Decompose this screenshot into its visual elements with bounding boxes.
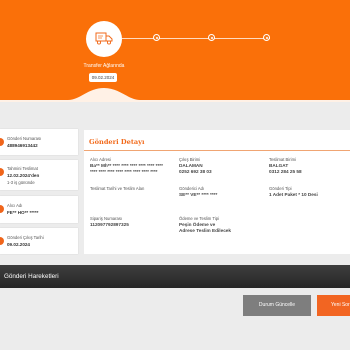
order-number-label: Sipariş Numarası	[90, 216, 123, 221]
recipient-name-card: Alıcı Adı FE** HO** *****	[0, 196, 78, 223]
recipient-address-label: Alıcı Adresi	[90, 157, 111, 162]
card-label: Tahmini Teslimat	[7, 166, 38, 171]
current-stage-marker	[86, 21, 122, 57]
shipment-number-card: Gönderi Numarası 488946913442	[0, 129, 78, 155]
stage-pointer-shape	[0, 88, 350, 102]
calendar-icon	[0, 237, 4, 245]
origin-branch-value: DALAMAN 0252 692 38 03	[179, 163, 212, 174]
card-label: Gönderi Çıkış Tarihi	[7, 235, 44, 240]
estimated-delivery-card: Tahmini Teslimat 12.02.2024'den 1-3 iş g…	[0, 160, 78, 190]
card-sub: 1-3 iş gününde	[7, 180, 35, 185]
shipment-type-value: 1 Adet Paket * 10 Desi	[269, 192, 318, 197]
stage-dot-2	[153, 34, 160, 41]
shipment-movements-title: Gönderi Hareketleri	[4, 273, 59, 280]
shipment-type-label: Gönderi Tipi	[269, 186, 292, 191]
stage-dot-3	[208, 34, 215, 41]
barcode-icon	[0, 138, 4, 146]
truck-icon	[95, 32, 113, 45]
card-label: Gönderi Numarası	[7, 136, 42, 141]
recipient-address-value: Ba** Mh** **** **** **** **** **** **** …	[90, 163, 163, 174]
origin-branch-label: Çıkış Birimi	[179, 157, 201, 162]
card-value: 12.02.2024'den	[7, 173, 40, 178]
card-value: FE** HO** *****	[7, 210, 39, 215]
card-value: 488946913442	[7, 143, 38, 148]
delivery-date-receiver-label: Teslimat Tarihi ve Teslim Alan	[90, 186, 145, 191]
user-icon	[0, 205, 4, 213]
delivery-branch-value: BALGAT 0312 284 25 58	[269, 163, 302, 174]
details-divider	[84, 150, 350, 151]
sender-name-label: Gönderici Adı	[179, 186, 205, 191]
sender-name-value: SE** VE** **** ****	[179, 192, 218, 197]
shipment-movements-bar[interactable]: Gönderi Hareketleri	[0, 265, 350, 288]
update-status-button[interactable]: Durum Güncelle	[243, 295, 311, 316]
departure-date-card: Gönderi Çıkış Tarihi 09.02.2024	[0, 228, 78, 254]
new-query-button[interactable]: Yeni Sor	[317, 295, 350, 316]
calendar-icon	[0, 168, 4, 176]
order-number-value: 112097792897325	[90, 222, 129, 227]
stage-dot-4	[263, 34, 270, 41]
payment-delivery-type-label: Ödeme ve Teslim Tipi	[179, 216, 219, 221]
shipment-details-panel: Gönderi Detayı Alıcı Adresi Ba** Mh** **…	[84, 130, 350, 254]
card-label: Alıcı Adı	[7, 203, 23, 208]
card-value: 09.02.2024	[7, 242, 30, 247]
tracking-line	[122, 38, 270, 39]
payment-delivery-type-value: Peşin Ödeme ve Adrese Teslim Edilecek	[179, 222, 232, 233]
delivery-branch-label: Teslimat Birimi	[269, 157, 296, 162]
tracking-header: Transfer Ağlarında 09.02.2024	[0, 0, 350, 102]
current-stage-label: Transfer Ağlarında	[83, 63, 125, 69]
details-title: Gönderi Detayı	[89, 138, 145, 146]
